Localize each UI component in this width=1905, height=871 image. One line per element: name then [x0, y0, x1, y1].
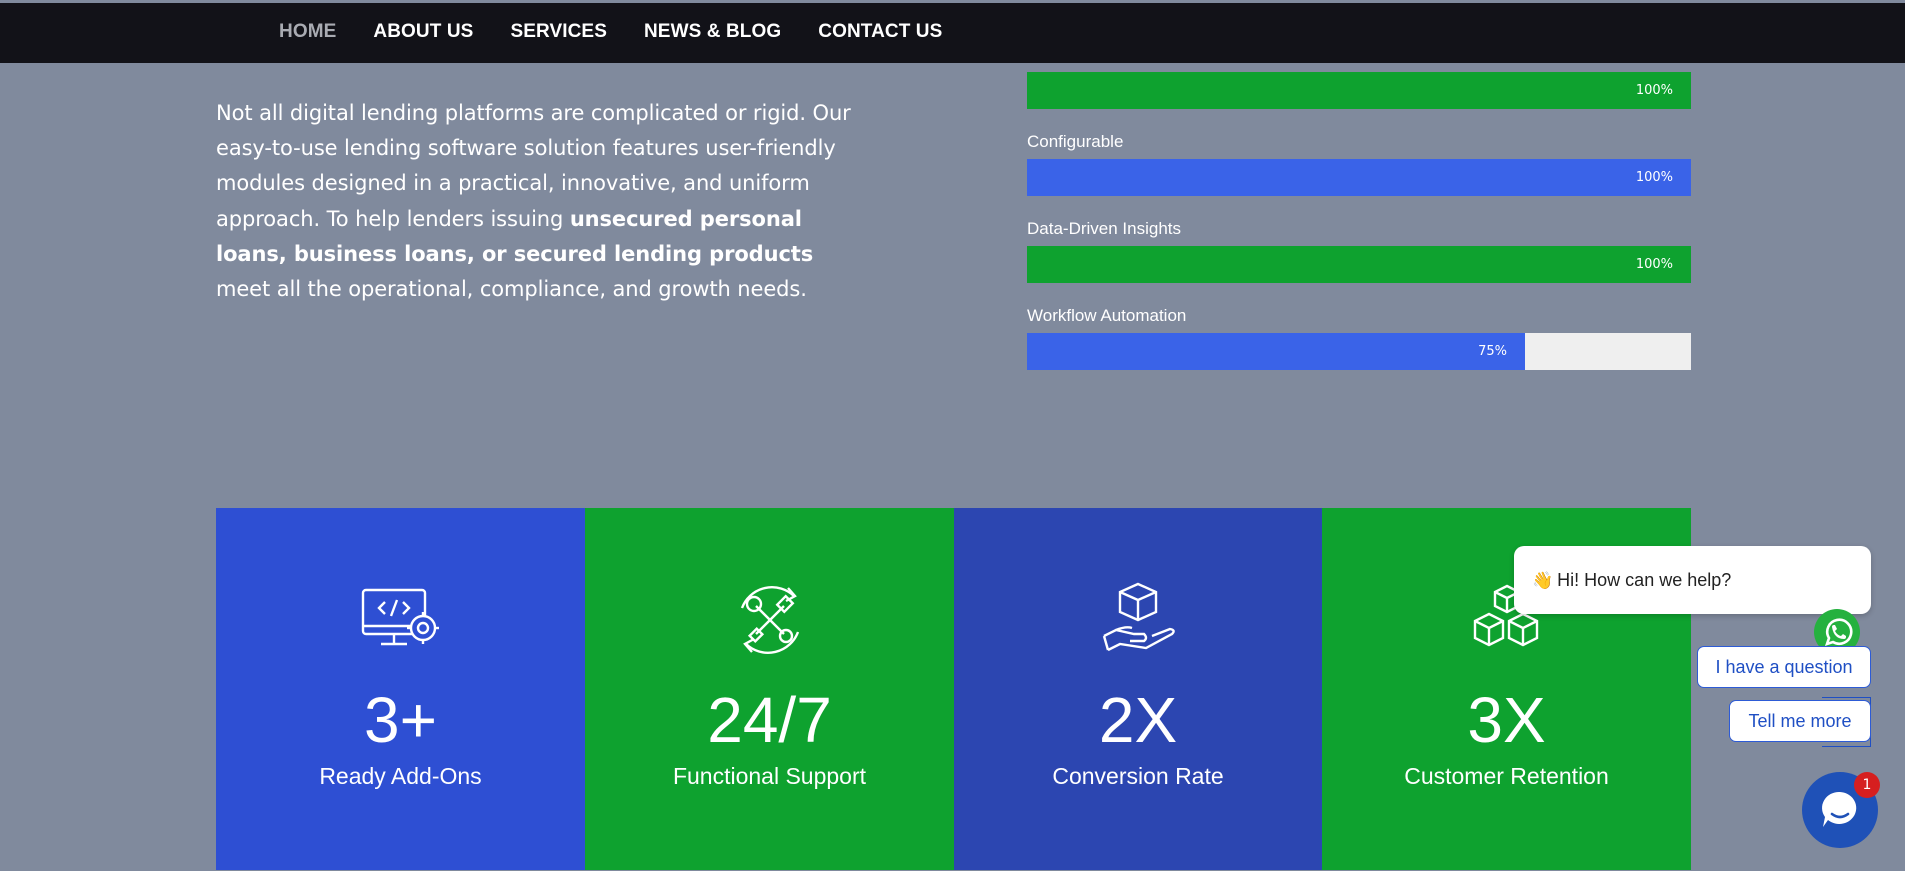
progress-label-data-driven-insights: Data-Driven Insights [1027, 219, 1182, 238]
progress-fill-4: 75% [1027, 333, 1525, 370]
progress-bar-2: 100% [1027, 159, 1691, 196]
stat-value-conversion: 2X [1098, 684, 1178, 756]
progress-fill-1: 100% [1027, 72, 1691, 109]
stat-value-support: 24/7 [707, 684, 832, 756]
progress-label-workflow-automation: Workflow Automation [1027, 306, 1187, 325]
chat-greeting-text: Hi! How can we help? [1557, 570, 1732, 590]
stat-tile-add-ons: 3+ Ready Add-Ons [216, 508, 585, 870]
tools-cycle-icon [740, 586, 799, 654]
nav-about-us[interactable]: ABOUT US [373, 21, 473, 43]
intro-paragraph: Not all digital lending platforms are co… [216, 96, 856, 307]
stat-label-conversion: Conversion Rate [1052, 763, 1224, 789]
nav-contact-us[interactable]: CONTACT US [818, 21, 942, 43]
chat-greeting-bubble[interactable]: 👋 Hi! How can we help? [1514, 546, 1871, 614]
chat-notification-badge: 1 [1854, 772, 1880, 798]
stat-label-add-ons: Ready Add-Ons [319, 763, 482, 789]
progress-bar-4: 75% [1027, 333, 1691, 370]
progress-percent-4: 75% [1478, 344, 1507, 359]
progress-fill-3: 100% [1027, 246, 1691, 283]
nav-home[interactable]: HOME [279, 21, 336, 43]
progress-label-configurable: Configurable [1027, 132, 1124, 151]
chat-launcher-button[interactable]: 1 [1802, 772, 1880, 848]
top-navbar: HOME ABOUT US SERVICES NEWS & BLOG CONTA… [0, 3, 1905, 63]
chat-option-have-question[interactable]: I have a question [1697, 646, 1871, 688]
chat-option-tell-me-more[interactable]: Tell me more [1729, 700, 1871, 742]
progress-percent-2: 100% [1635, 170, 1673, 185]
progress-fill-2: 100% [1027, 159, 1691, 196]
stat-value-retention: 3X [1467, 684, 1546, 756]
stat-tile-conversion: 2X Conversion Rate [954, 508, 1322, 870]
progress-bar-3: 100% [1027, 246, 1691, 283]
stat-label-support: Functional Support [672, 763, 867, 789]
progress-percent-3: 100% [1635, 257, 1673, 272]
main-nav: HOME ABOUT US SERVICES NEWS & BLOG CONTA… [279, 21, 979, 43]
wave-hand-icon: 👋 [1532, 571, 1554, 590]
progress-percent-1: 100% [1635, 83, 1673, 98]
nav-services[interactable]: SERVICES [510, 21, 607, 43]
nav-news-blog[interactable]: NEWS & BLOG [644, 21, 781, 43]
stat-tile-support: 24/7 Functional Support [585, 508, 954, 870]
stat-label-retention: Customer Retention [1404, 763, 1609, 789]
code-monitor-gear-icon [361, 588, 439, 646]
hand-box-icon [1102, 582, 1175, 652]
intro-text-2: meet all the operational, compliance, an… [216, 277, 807, 302]
stats-section: 3+ Ready Add-Ons 24/7 Functional Support [216, 508, 1691, 870]
progress-bar-1: 100% [1027, 72, 1691, 109]
stat-value-add-ons: 3+ [364, 684, 437, 756]
